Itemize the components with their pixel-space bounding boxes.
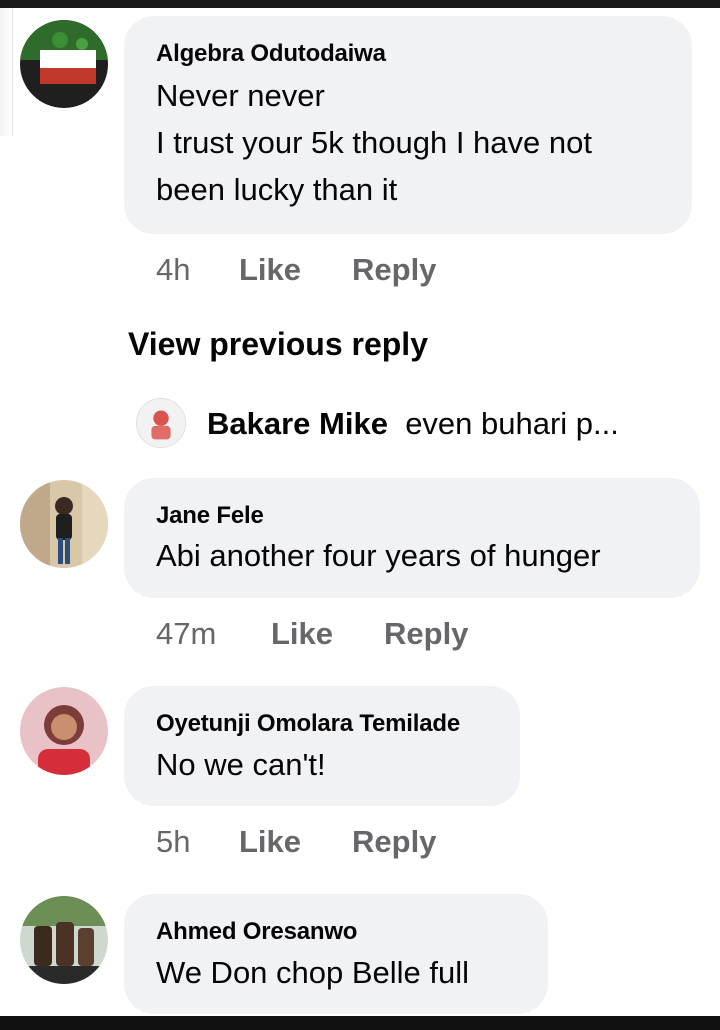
comment-actions: 4h Like Reply bbox=[156, 252, 476, 292]
comment-text-line: I trust your 5k though I have not bbox=[156, 125, 592, 160]
avatar[interactable] bbox=[20, 687, 108, 775]
reply-preview[interactable]: Bakare Mike even buhari p... bbox=[207, 406, 619, 442]
comment-text-line: We Don chop Belle full bbox=[156, 955, 470, 990]
comment-text-line: Abi another four years of hunger bbox=[156, 538, 601, 573]
reply-author[interactable]: Bakare Mike bbox=[207, 406, 388, 441]
like-button[interactable]: Like bbox=[239, 824, 301, 860]
like-button[interactable]: Like bbox=[239, 252, 301, 288]
comment-actions: 47m Like Reply bbox=[156, 616, 516, 656]
avatar[interactable] bbox=[20, 480, 108, 568]
comment-time: 4h bbox=[156, 252, 191, 287]
comment-text-line: been lucky than it bbox=[156, 172, 398, 207]
reply-button[interactable]: Reply bbox=[352, 824, 436, 860]
person-photo-avatar-icon bbox=[20, 687, 108, 775]
comment-time: 5h bbox=[156, 824, 191, 859]
reply-snippet: even buhari p... bbox=[405, 406, 619, 441]
like-button[interactable]: Like bbox=[271, 616, 333, 652]
person-avatar-icon bbox=[137, 399, 185, 447]
person-photo-avatar-icon bbox=[20, 480, 108, 568]
comment-actions: 5h Like Reply bbox=[156, 824, 476, 864]
comment-text-line: No we can't! bbox=[156, 747, 326, 782]
avatar[interactable] bbox=[20, 20, 108, 108]
flag-avatar-icon bbox=[20, 20, 108, 108]
reply-button[interactable]: Reply bbox=[384, 616, 468, 652]
avatar[interactable] bbox=[136, 398, 186, 448]
status-bar bbox=[0, 0, 720, 8]
drinks-photo-avatar-icon bbox=[20, 896, 108, 984]
edge-shadow bbox=[0, 8, 13, 136]
comment-author[interactable]: Jane Fele bbox=[156, 502, 264, 530]
comment-author[interactable]: Algebra Odutodaiwa bbox=[156, 40, 386, 68]
view-previous-reply-link[interactable]: View previous reply bbox=[128, 326, 428, 363]
avatar[interactable] bbox=[20, 896, 108, 984]
navigation-bar bbox=[0, 1016, 720, 1030]
comment-author[interactable]: Ahmed Oresanwo bbox=[156, 918, 357, 946]
comment-time: 47m bbox=[156, 616, 217, 651]
comment-author[interactable]: Oyetunji Omolara Temilade bbox=[156, 710, 460, 738]
comment-text-line: Never never bbox=[156, 78, 325, 113]
reply-button[interactable]: Reply bbox=[352, 252, 436, 288]
